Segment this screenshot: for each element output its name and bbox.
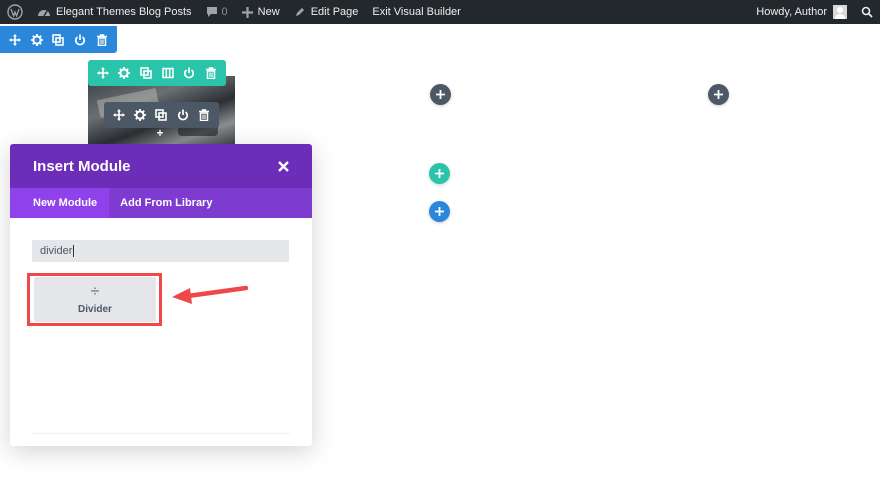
- annotation-highlight-box: [27, 273, 162, 326]
- new-label: New: [257, 6, 280, 18]
- modal-footer-divider: [32, 433, 290, 434]
- text-caret: [73, 245, 75, 258]
- modal-tabs: New Module Add From Library: [10, 188, 312, 218]
- add-module-button[interactable]: [430, 84, 451, 105]
- module-search-input[interactable]: divider: [32, 240, 289, 262]
- close-icon: [277, 160, 289, 172]
- module-toolbar: [104, 102, 219, 128]
- site-name: Elegant Themes Blog Posts: [56, 6, 192, 18]
- edit-page-link[interactable]: Edit Page: [287, 0, 366, 24]
- edit-page-label: Edit Page: [310, 6, 359, 18]
- close-button[interactable]: [277, 160, 289, 172]
- new-content-link[interactable]: New: [235, 0, 287, 24]
- duplicate-icon[interactable]: [140, 67, 153, 80]
- add-module-plus-icon[interactable]: +: [155, 127, 165, 139]
- annotation-arrow-icon: [172, 285, 249, 304]
- duplicate-icon[interactable]: [52, 33, 65, 46]
- plus-icon: [714, 90, 723, 99]
- exit-visual-builder-link[interactable]: Exit Visual Builder: [365, 0, 467, 24]
- add-section-button[interactable]: [429, 201, 450, 222]
- account-menu[interactable]: Howdy, Author: [749, 0, 854, 24]
- wordpress-logo-icon[interactable]: [0, 0, 30, 24]
- howdy-label: Howdy, Author: [756, 6, 827, 18]
- trash-icon[interactable]: [205, 67, 218, 80]
- add-row-button[interactable]: [429, 163, 450, 184]
- section-toolbar: [0, 26, 117, 53]
- move-icon[interactable]: [96, 67, 109, 80]
- gear-icon[interactable]: [118, 67, 131, 80]
- power-icon[interactable]: [176, 109, 189, 122]
- plus-icon: [436, 90, 445, 99]
- comments-link[interactable]: 0: [199, 0, 235, 24]
- modal-header: Insert Module: [10, 144, 312, 188]
- exit-label: Exit Visual Builder: [372, 6, 461, 18]
- move-icon[interactable]: [8, 33, 21, 46]
- tab-add-from-library[interactable]: Add From Library: [109, 188, 224, 218]
- comment-icon: [206, 6, 218, 18]
- plus-icon: [435, 169, 444, 178]
- add-module-button[interactable]: [708, 84, 729, 105]
- plus-icon: [241, 6, 253, 18]
- search-button[interactable]: [854, 0, 880, 24]
- trash-icon[interactable]: [96, 33, 109, 46]
- columns-icon[interactable]: [161, 67, 174, 80]
- trash-icon[interactable]: [198, 109, 211, 122]
- duplicate-icon[interactable]: [155, 109, 168, 122]
- plus-icon: [435, 207, 444, 216]
- dashboard-icon: [37, 6, 51, 18]
- gear-icon[interactable]: [134, 109, 147, 122]
- power-icon[interactable]: [74, 33, 87, 46]
- avatar: [833, 5, 847, 19]
- comments-count: 0: [221, 6, 228, 18]
- gear-icon[interactable]: [30, 33, 43, 46]
- row-toolbar: [88, 60, 226, 86]
- site-name-link[interactable]: Elegant Themes Blog Posts: [30, 0, 199, 24]
- move-icon[interactable]: [112, 109, 125, 122]
- modal-title: Insert Module: [33, 157, 131, 175]
- tab-new-module[interactable]: New Module: [10, 188, 110, 218]
- search-icon: [861, 6, 873, 18]
- admin-bar: Elegant Themes Blog Posts 0 New Edit Pag…: [0, 0, 880, 24]
- search-value: divider: [40, 245, 73, 257]
- power-icon[interactable]: [183, 67, 196, 80]
- pencil-icon: [294, 6, 306, 18]
